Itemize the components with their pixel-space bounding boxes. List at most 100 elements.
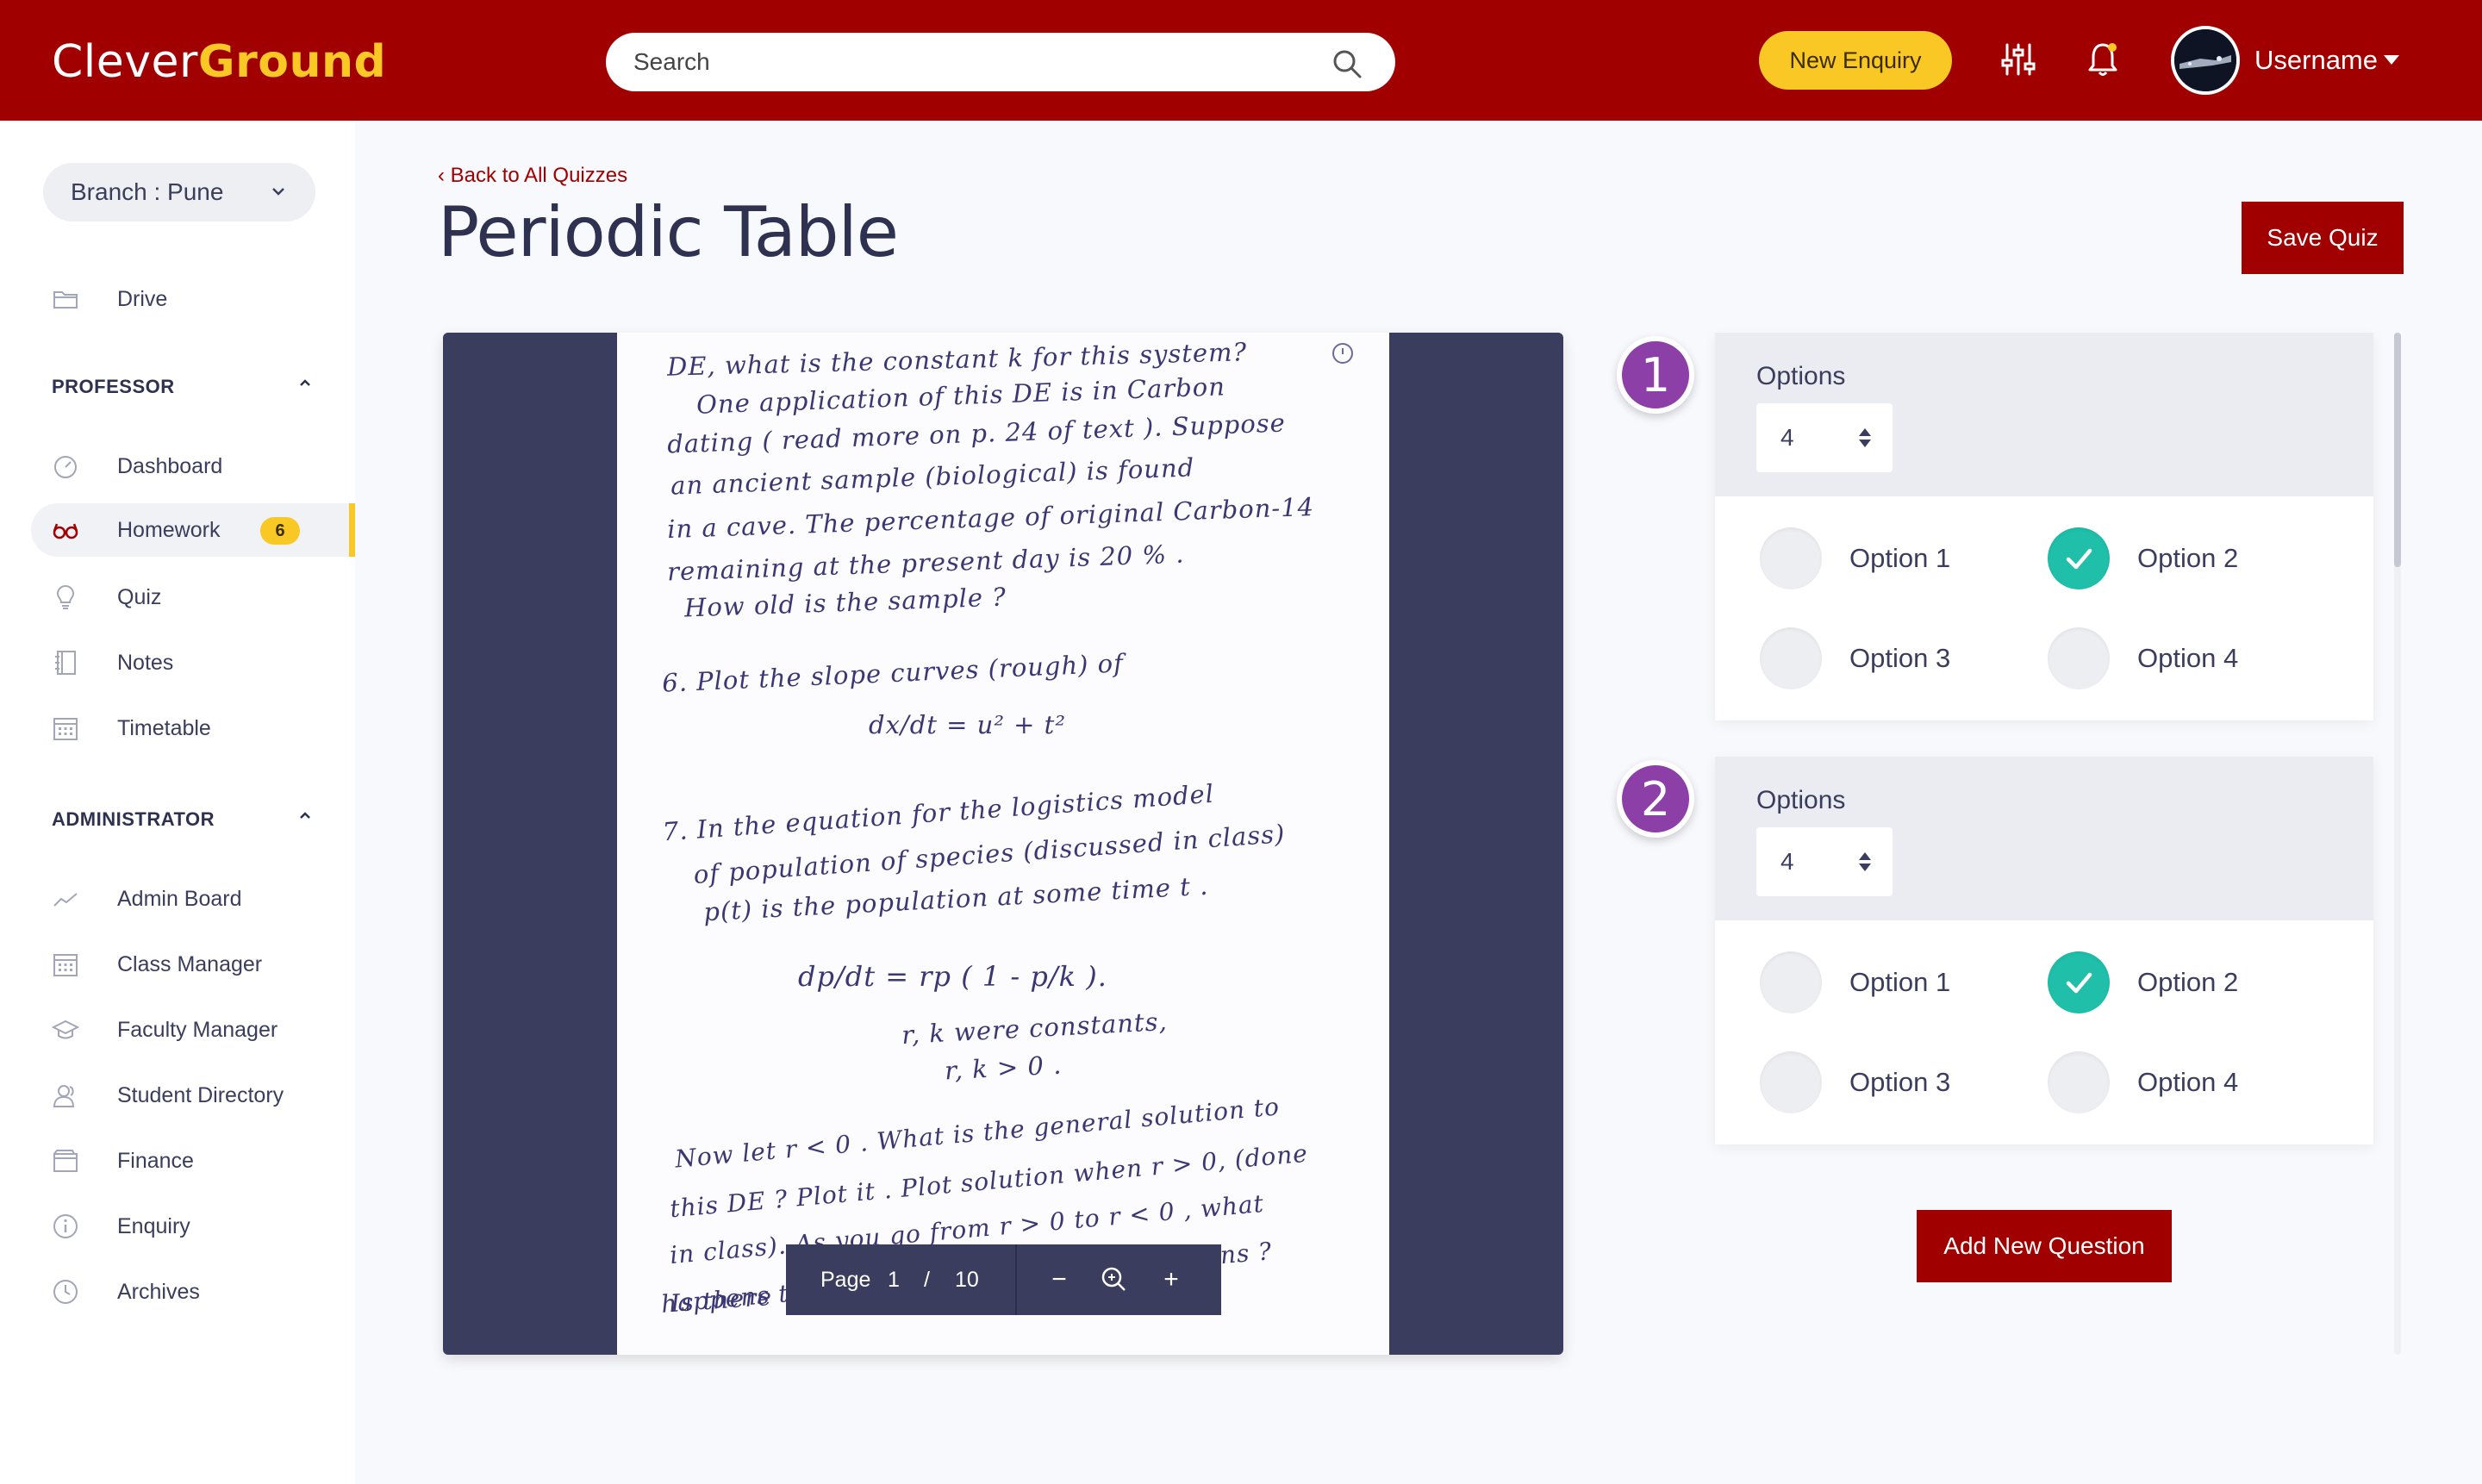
chevron-up-icon[interactable]	[296, 374, 314, 391]
sidebar-item-class-manager[interactable]: Class Manager	[31, 938, 355, 991]
options-label: Options	[1756, 362, 1846, 390]
users-icon	[53, 1085, 75, 1107]
sidebar-item-label: Admin Board	[117, 887, 242, 911]
handwriting-line: 6. Plot the slope curves (rough) of	[661, 648, 1125, 698]
handwriting-line: in a cave. The percentage of original Ca…	[666, 491, 1315, 545]
current-page[interactable]: 1	[888, 1268, 900, 1293]
scrollbar-thumb[interactable]	[2394, 333, 2401, 567]
clock-icon	[53, 1280, 78, 1304]
back-to-quizzes-link[interactable]: ‹ Back to All Quizzes	[438, 164, 627, 188]
sidebar-item-enquiry[interactable]: Enquiry	[31, 1200, 355, 1253]
options-count-value: 4	[1780, 848, 1794, 875]
trend-icon	[53, 893, 78, 907]
search-input[interactable]	[633, 45, 1306, 79]
options-label: Options	[1756, 786, 1846, 814]
chevron-up-icon[interactable]	[296, 807, 314, 824]
sidebar-item-label: Enquiry	[117, 1214, 190, 1238]
option-radio[interactable]	[2048, 1051, 2110, 1113]
option-radio[interactable]	[1760, 627, 1822, 689]
avatar-image	[2174, 29, 2236, 91]
check-icon	[2066, 548, 2092, 570]
notebook-icon	[55, 651, 76, 675]
new-enquiry-button[interactable]: New Enquiry	[1759, 31, 1952, 90]
sidebar-item-notes[interactable]: Notes	[31, 636, 355, 689]
top-bar: CleverGround New Enquiry Username	[0, 0, 2482, 121]
caret-down-icon[interactable]	[2384, 55, 2399, 65]
handwriting-line: How old is the sample ?	[683, 582, 1007, 623]
gauge-icon	[54, 456, 77, 478]
sidebar-item-label: Student Directory	[117, 1083, 284, 1107]
sidebar-item-label: Dashboard	[117, 454, 223, 478]
back-link-label: Back to All Quizzes	[450, 164, 628, 187]
zoom-in-icon[interactable]: +	[1155, 1263, 1188, 1296]
option-label: Option 3	[1849, 643, 1951, 673]
sidebar-item-label: Quiz	[117, 585, 162, 609]
sidebar-item-finance[interactable]: Finance	[31, 1134, 355, 1188]
question-number: 2	[1617, 760, 1694, 838]
wallet-icon	[53, 1150, 78, 1172]
page-separator: /	[924, 1268, 930, 1292]
check-icon	[2066, 972, 2092, 994]
zoom-out-icon[interactable]: −	[1043, 1263, 1076, 1296]
page-toolbar: Page 1 / 10 − +	[786, 1244, 1221, 1315]
sidebar-item-admin-board[interactable]: Admin Board	[31, 872, 355, 926]
logo-text-ground: Ground	[197, 36, 387, 88]
filter-sliders-icon[interactable]	[1999, 40, 2038, 79]
avatar[interactable]	[2171, 26, 2240, 95]
sidebar-item-drive[interactable]: Drive	[31, 272, 355, 326]
sidebar-item-label: Finance	[117, 1149, 194, 1173]
question-card: Options 4 Option 1 Option 2 Option 3 Opt…	[1715, 333, 2373, 720]
sidebar-item-homework[interactable]: Homework 6	[31, 503, 355, 557]
sidebar: Branch : Pune Drive PROFESSOR Dashboard …	[0, 121, 355, 1484]
option-label: Option 1	[1849, 967, 1951, 997]
chevron-left-icon: ‹	[438, 164, 451, 187]
option-radio-checked[interactable]	[2048, 527, 2110, 589]
add-new-question-button[interactable]: Add New Question	[1917, 1210, 2172, 1282]
handwritten-page: DE, what is the constant k for this syst…	[617, 333, 1389, 1355]
options-count-select[interactable]: 4	[1756, 827, 1893, 896]
option-radio[interactable]	[2048, 627, 2110, 689]
sidebar-item-student-directory[interactable]: Student Directory	[31, 1069, 355, 1122]
info-icon	[53, 1214, 78, 1238]
page-title: Periodic Table	[438, 192, 899, 272]
sidebar-item-archives[interactable]: Archives	[31, 1265, 355, 1319]
logo[interactable]: CleverGround	[52, 36, 386, 88]
document-viewer[interactable]: DE, what is the constant k for this syst…	[443, 333, 1563, 1355]
handwriting-line: r, k were constants,	[901, 1006, 1169, 1051]
handwriting-line: Is there	[669, 1281, 774, 1319]
search-icon[interactable]	[1331, 48, 1363, 79]
handwriting-line: r, k > 0 .	[944, 1050, 1063, 1086]
calendar-icon	[53, 718, 78, 740]
username[interactable]: Username	[2254, 45, 2378, 76]
zoom-icon[interactable]	[1098, 1263, 1131, 1296]
option-radio[interactable]	[1760, 1051, 1822, 1113]
sidebar-item-label: Notes	[117, 651, 174, 675]
question-number: 1	[1617, 336, 1694, 414]
sidebar-item-label: Faculty Manager	[117, 1018, 278, 1042]
options-count-select[interactable]: 4	[1756, 403, 1893, 472]
administrator-heading: ADMINISTRATOR	[52, 808, 215, 830]
professor-heading: PROFESSOR	[52, 376, 175, 397]
glasses-icon	[53, 523, 78, 539]
branch-selector[interactable]: Branch : Pune	[43, 163, 315, 221]
option-label: Option 2	[2137, 543, 2239, 573]
save-quiz-button[interactable]: Save Quiz	[2242, 202, 2404, 274]
count-badge: 6	[260, 517, 300, 545]
clock-mark-icon	[1332, 343, 1353, 364]
option-radio-checked[interactable]	[2048, 951, 2110, 1013]
option-label: Option 2	[2137, 967, 2239, 997]
option-radio[interactable]	[1760, 527, 1822, 589]
sidebar-item-timetable[interactable]: Timetable	[31, 701, 355, 755]
sidebar-item-dashboard[interactable]: Dashboard	[31, 440, 355, 493]
question-card: Options 4 Option 1 Option 2 Option 3 Opt…	[1715, 757, 2373, 1144]
sort-arrows-icon	[1859, 428, 1871, 447]
lightbulb-icon	[56, 584, 75, 609]
sidebar-item-faculty-manager[interactable]: Faculty Manager	[31, 1003, 355, 1057]
sidebar-item-quiz[interactable]: Quiz	[31, 571, 355, 624]
bell-icon[interactable]	[2083, 40, 2123, 79]
option-radio[interactable]	[1760, 951, 1822, 1013]
toolbar-divider	[1015, 1244, 1017, 1315]
option-label: Option 4	[2137, 1067, 2239, 1097]
calendar-grid-icon	[53, 954, 78, 976]
handwriting-line: dx/dt = u² + t²	[869, 710, 1066, 739]
